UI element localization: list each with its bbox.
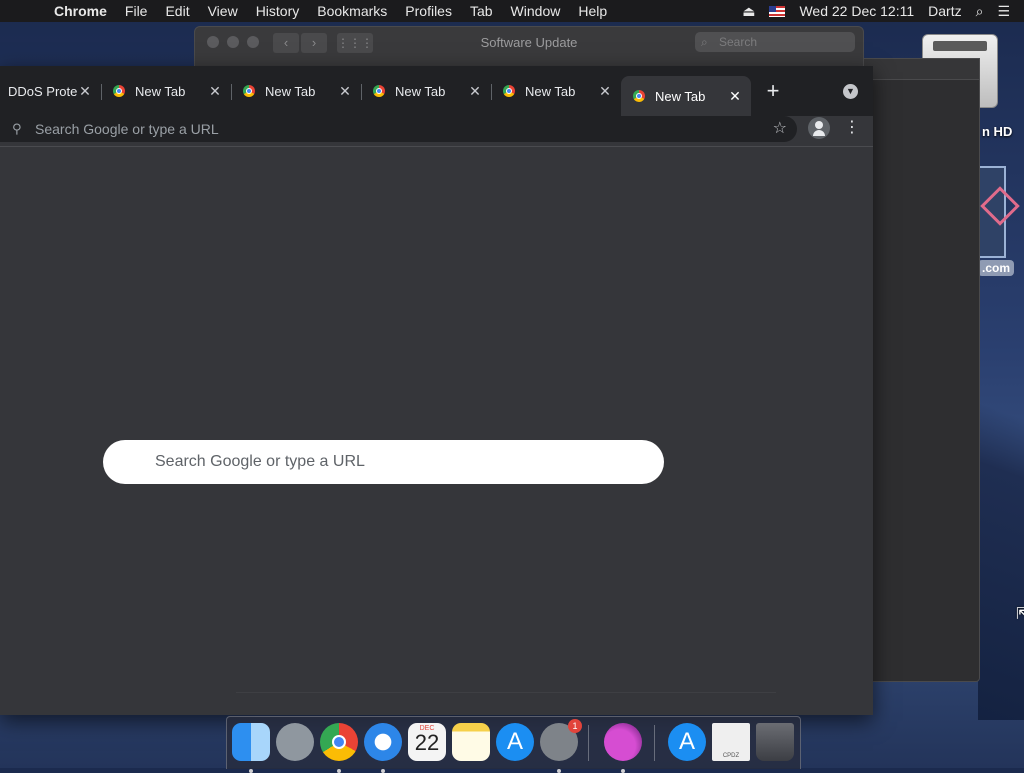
- tab-new-tab-1[interactable]: New Tab ✕: [101, 76, 232, 106]
- dock: DEC 22 A 1 A CPDZ: [226, 716, 801, 773]
- zip-file-icon[interactable]: CPDZ: [712, 723, 750, 761]
- hard-drive-label: n HD: [982, 124, 1013, 139]
- calendar-day: 22: [414, 730, 440, 755]
- tab-label: New Tab: [525, 83, 576, 99]
- disk-image-label: .com: [978, 260, 1015, 276]
- tab-new-tab-2[interactable]: New Tab ✕: [231, 76, 362, 106]
- tab-new-tab-4[interactable]: New Tab ✕: [491, 76, 621, 106]
- calendar-icon[interactable]: DEC 22: [408, 723, 446, 761]
- chrome-menu-icon[interactable]: ⋮: [844, 118, 860, 138]
- close-tab-icon[interactable]: ✕: [467, 83, 483, 100]
- clock[interactable]: Wed 22 Dec 12:11: [799, 3, 914, 19]
- dock-separator: [588, 725, 589, 761]
- chrome-favicon-icon: [503, 85, 515, 97]
- close-tab-icon[interactable]: ✕: [727, 88, 743, 105]
- trash-icon[interactable]: [756, 723, 794, 761]
- notification-badge: 1: [568, 719, 582, 733]
- tab-ddos-protection[interactable]: DDoS Prote ✕: [0, 76, 102, 106]
- running-indicator: [337, 769, 341, 773]
- menu-bookmarks[interactable]: Bookmarks: [317, 3, 387, 19]
- ntp-search-box[interactable]: Search Google or type a URL: [103, 440, 664, 484]
- close-tab-icon[interactable]: ✕: [77, 83, 93, 100]
- menu-bar: Chrome File Edit View History Bookmarks …: [0, 0, 1024, 22]
- system-preferences-icon[interactable]: 1: [540, 719, 582, 773]
- wallpaper-mountain: [978, 340, 1024, 720]
- close-tab-icon[interactable]: ✕: [597, 83, 613, 100]
- running-indicator: [621, 769, 625, 773]
- chrome-favicon-icon: [243, 85, 255, 97]
- chrome-favicon-icon: [373, 85, 385, 97]
- menu-bar-status-area: ⏏ Wed 22 Dec 12:11 Dartz ⌕ ☰: [742, 0, 1024, 22]
- close-tab-icon[interactable]: ✕: [337, 83, 353, 100]
- spotlight-search-icon[interactable]: ⌕: [976, 3, 984, 20]
- input-source-flag-icon[interactable]: [769, 5, 786, 17]
- menu-tab[interactable]: Tab: [470, 3, 493, 19]
- software-update-window: ‹ › ⋮⋮⋮ Software Update ⌕ Search: [194, 26, 864, 68]
- search-icon: ⌕: [701, 35, 708, 49]
- menu-app-name[interactable]: Chrome: [54, 3, 107, 19]
- safari-icon[interactable]: [364, 723, 402, 773]
- menu-profiles[interactable]: Profiles: [405, 3, 452, 19]
- close-tab-icon[interactable]: ✕: [207, 83, 223, 100]
- disk-image-icon[interactable]: [978, 166, 1006, 258]
- notification-center-icon[interactable]: ☰: [997, 3, 1010, 20]
- tab-new-tab-active[interactable]: New Tab ✕: [621, 76, 751, 116]
- chrome-favicon-icon: [633, 90, 645, 102]
- running-indicator: [249, 769, 253, 773]
- menu-window[interactable]: Window: [511, 3, 561, 19]
- app-store-icon[interactable]: A: [496, 723, 534, 761]
- finder-icon[interactable]: [232, 723, 270, 773]
- user-name[interactable]: Dartz: [928, 3, 961, 19]
- tab-strip: DDoS Prote ✕ New Tab ✕ New Tab ✕ New Tab…: [0, 66, 873, 116]
- chrome-dock-icon[interactable]: [320, 723, 358, 773]
- search-icon: ⚲: [12, 121, 22, 136]
- tab-label: New Tab: [135, 83, 186, 99]
- running-indicator: [557, 769, 561, 773]
- tab-search-button[interactable]: ▼: [843, 84, 858, 99]
- downloads-folder-icon[interactable]: A: [668, 723, 706, 761]
- tab-label: New Tab: [395, 83, 446, 99]
- search-placeholder: Search: [719, 35, 758, 49]
- ntp-search-placeholder: Search Google or type a URL: [155, 453, 365, 470]
- menu-history[interactable]: History: [256, 3, 300, 19]
- new-tab-page: Search Google or type a URL: [0, 147, 873, 715]
- menu-view[interactable]: View: [208, 3, 238, 19]
- tab-label: DDoS Prote: [8, 83, 77, 99]
- software-update-search-input[interactable]: ⌕ Search: [695, 32, 855, 52]
- eject-icon[interactable]: ⏏: [742, 3, 755, 20]
- tab-label: New Tab: [265, 83, 316, 99]
- menu-edit[interactable]: Edit: [165, 3, 189, 19]
- zip-file-label: CPDZ: [722, 753, 740, 759]
- omnibox[interactable]: ⚲ Search Google or type a URL ☆: [0, 116, 797, 142]
- running-indicator: [381, 769, 385, 773]
- launchpad-icon[interactable]: [276, 723, 314, 761]
- chrome-favicon-icon: [113, 85, 125, 97]
- dock-separator: [654, 725, 655, 761]
- menu-help[interactable]: Help: [578, 3, 607, 19]
- divider: [236, 692, 776, 693]
- background-window-titlebar: [863, 59, 979, 80]
- tab-label: New Tab: [655, 88, 706, 104]
- toolbar: ⚲ Search Google or type a URL ☆ ⋮: [0, 116, 873, 147]
- new-tab-button[interactable]: +: [762, 80, 784, 102]
- mouse-cursor-icon: ⇱: [1016, 606, 1024, 623]
- tab-new-tab-3[interactable]: New Tab ✕: [361, 76, 492, 106]
- installer-icon[interactable]: [604, 723, 642, 773]
- chrome-window: DDoS Prote ✕ New Tab ✕ New Tab ✕ New Tab…: [0, 66, 873, 715]
- bookmark-star-icon[interactable]: ☆: [773, 116, 787, 142]
- omnibox-placeholder: Search Google or type a URL: [35, 121, 219, 137]
- profile-avatar-icon[interactable]: [808, 117, 830, 139]
- notes-icon[interactable]: [452, 723, 490, 761]
- background-window: [862, 58, 980, 682]
- menu-file[interactable]: File: [125, 3, 148, 19]
